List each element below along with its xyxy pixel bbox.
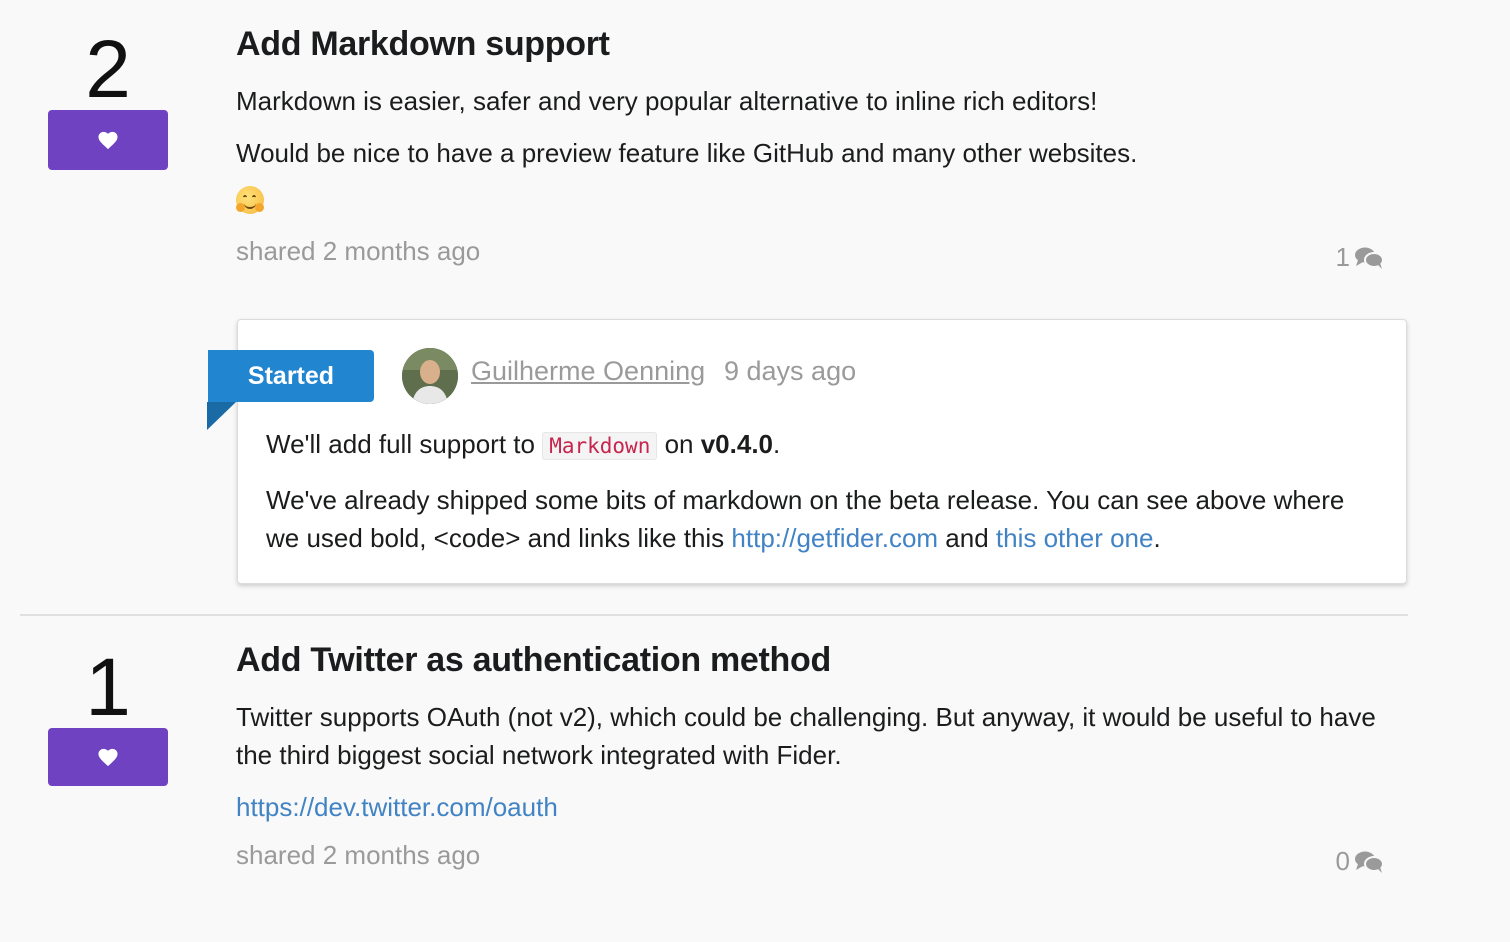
vote-count: 1 — [85, 642, 131, 733]
response-time: 9 days ago — [724, 356, 857, 386]
ribbon-fold — [207, 402, 236, 430]
shared-time: shared 2 months ago — [236, 236, 481, 266]
comment-count-value: 1 — [1335, 242, 1350, 272]
status-badge: Started — [208, 350, 374, 402]
response-author-link[interactable]: Guilherme Oenning — [471, 356, 705, 387]
avatar — [402, 348, 458, 404]
vote-column: 1 — [48, 642, 168, 786]
idea-description: Twitter supports OAuth (not v2), which c… — [236, 698, 1386, 826]
twitter-oauth-link[interactable]: https://dev.twitter.com/oauth — [236, 792, 558, 822]
idea-content: Add Twitter as authentication method Twi… — [236, 640, 1386, 880]
idea-meta: shared 2 months ago 0 — [236, 840, 1386, 880]
response-text: We'll add full support to — [266, 429, 543, 459]
description-paragraph: Would be nice to have a preview feature … — [236, 138, 1138, 168]
version-bold: v0.4.0 — [700, 429, 774, 459]
vote-column: 2 — [48, 24, 168, 170]
description-paragraph: Twitter supports OAuth (not v2), which c… — [236, 702, 1376, 770]
response-text-line: We'll add full support to Markdown on v0… — [266, 425, 1376, 465]
comment-count[interactable]: 0 — [1336, 846, 1384, 877]
shared-time: shared 2 months ago — [236, 840, 481, 870]
inline-code: Markdown — [542, 432, 658, 460]
comment-count-value: 0 — [1335, 846, 1350, 876]
comments-icon — [1355, 247, 1384, 269]
heart-icon — [98, 131, 118, 150]
hugging-face-emoji-icon — [236, 186, 264, 214]
getfider-link[interactable]: http://getfider.com — [731, 523, 938, 553]
vote-button[interactable] — [48, 728, 168, 786]
idea-title[interactable]: Add Twitter as authentication method — [236, 640, 1386, 680]
idea-description: Markdown is easier, safer and very popul… — [236, 82, 1386, 216]
vote-button[interactable] — [48, 110, 168, 170]
description-paragraph: Markdown is easier, safer and very popul… — [236, 86, 1098, 116]
response-text-paragraph: We've already shipped some bits of markd… — [266, 481, 1376, 557]
comments-icon — [1355, 851, 1384, 873]
other-link[interactable]: this other one — [996, 523, 1154, 553]
idea-divider — [20, 614, 1408, 616]
vote-count: 2 — [85, 24, 131, 115]
response-text: on — [657, 429, 701, 459]
response-text: . — [773, 429, 781, 459]
idea-list: 2 Add Markdown support Markdown is easie… — [0, 0, 1510, 942]
heart-icon — [98, 748, 118, 767]
response-text: . — [1153, 523, 1161, 553]
idea-content: Add Markdown support Markdown is easier,… — [236, 24, 1386, 276]
response-text: and — [938, 523, 996, 553]
comment-count[interactable]: 1 — [1336, 242, 1384, 273]
idea-title[interactable]: Add Markdown support — [236, 24, 1386, 64]
idea-meta: shared 2 months ago 1 — [236, 236, 1386, 276]
